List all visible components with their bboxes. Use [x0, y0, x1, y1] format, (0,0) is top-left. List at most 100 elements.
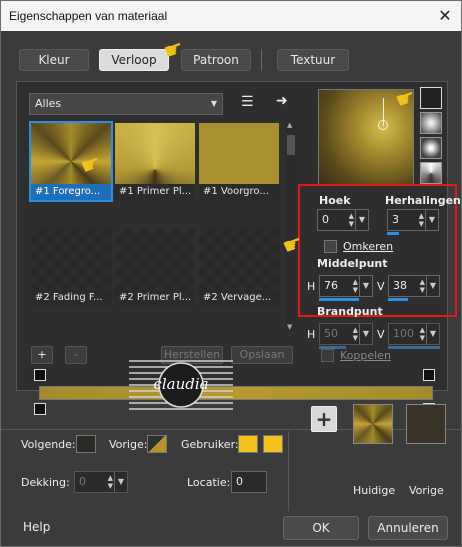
vorige-label: Vorige: — [109, 438, 148, 451]
chevron-down-icon[interactable]: ▼ — [114, 472, 127, 492]
volgende-swatch[interactable] — [76, 435, 96, 453]
gradient-tile-3[interactable]: #1 Voorgro... — [199, 123, 279, 200]
scroll-up-icon[interactable]: ▲ — [287, 121, 292, 129]
gradient-label: #2 Fading F... — [31, 290, 111, 306]
vorige-preview-swatch[interactable] — [406, 404, 446, 444]
save-button[interactable]: Opslaan — [231, 346, 293, 364]
arrow-right-icon[interactable]: ➜ — [276, 93, 288, 109]
gradient-label: #1 Foregro... — [31, 184, 111, 200]
spin-arrows-icon[interactable]: ▲ ▼ — [420, 278, 425, 294]
huidige-label: Huidige — [353, 484, 396, 497]
middelpunt-h-spinbox[interactable]: 76 ▲ ▼ ▼ — [319, 275, 373, 297]
tab-verloop[interactable]: Verloop — [99, 49, 169, 71]
middelpunt-v-slider[interactable] — [388, 298, 408, 301]
omkeren-label[interactable]: Omkeren — [343, 240, 393, 253]
scroll-thumb[interactable] — [287, 135, 295, 155]
koppelen-checkbox[interactable] — [321, 349, 334, 362]
gebruiker-swatch-2[interactable] — [263, 435, 283, 453]
h-label: H — [307, 280, 316, 293]
help-link[interactable]: Help — [23, 520, 50, 534]
brandpunt-h-spinbox[interactable]: 50 ▲ ▼ ▼ — [319, 323, 373, 345]
brandpunt-label: Brandpunt — [317, 305, 383, 318]
gradient-tile-6[interactable]: #2 Vervage... — [199, 229, 279, 306]
brandpunt-v-spinbox[interactable]: 100 ▲ ▼ ▼ — [388, 323, 440, 345]
hoek-spinbox[interactable]: 0 ▲ ▼ ▼ — [317, 209, 369, 231]
add-to-library-button[interactable]: + — [311, 406, 337, 432]
chevron-down-icon[interactable]: ▼ — [426, 276, 439, 296]
middelpunt-v-spinbox[interactable]: 38 ▲ ▼ ▼ — [388, 275, 440, 297]
gradient-label: #2 Vervage... — [199, 290, 279, 306]
category-select[interactable]: Alles ▼ — [29, 93, 223, 115]
file-menu-icon[interactable]: ☰ — [241, 94, 254, 110]
locatie-label: Locatie: — [187, 476, 231, 489]
spin-arrows-icon[interactable]: ▲ ▼ — [108, 474, 113, 490]
chevron-down-icon[interactable]: ▼ — [426, 324, 439, 344]
spin-arrows-icon[interactable]: ▲ ▼ — [419, 212, 424, 228]
brandpunt-h-value: 50 — [324, 327, 338, 340]
opacity-stop-right[interactable] — [423, 369, 435, 381]
tab-kleur[interactable]: Kleur — [19, 49, 89, 71]
chevron-down-icon[interactable]: ▼ — [425, 210, 438, 230]
herhalingen-spinbox[interactable]: 3 ▲ ▼ ▼ — [387, 209, 439, 231]
middelpunt-h-slider[interactable] — [319, 298, 359, 301]
locatie-value: 0 — [236, 475, 243, 488]
chevron-down-icon[interactable]: ▼ — [355, 210, 368, 230]
dekking-spinbox[interactable]: 0 ▲ ▼ ▼ — [74, 471, 128, 493]
watermark-logo: claudia — [129, 360, 233, 410]
gradient-tile-1[interactable]: ☛ #1 Foregro... — [29, 121, 113, 202]
ok-button[interactable]: OK — [283, 516, 359, 540]
cancel-button[interactable]: Annuleren — [368, 516, 448, 540]
chevron-down-icon[interactable]: ▼ — [359, 324, 372, 344]
herhalingen-label: Herhalingen — [385, 194, 461, 207]
middelpunt-v-value: 38 — [393, 279, 407, 292]
gradient-editor-bar[interactable] — [39, 386, 433, 400]
title-bar: Eigenschappen van materiaal ✕ — [1, 1, 461, 31]
gradient-tile-4[interactable]: #2 Fading F... — [31, 229, 111, 306]
close-button[interactable]: ✕ — [435, 6, 455, 26]
rectangular-style-button[interactable] — [420, 112, 442, 134]
brandpunt-h-label: H — [307, 328, 316, 341]
volgende-label: Volgende: — [21, 438, 76, 451]
remove-stop-button[interactable]: - — [65, 346, 87, 364]
opacity-stop-left[interactable] — [34, 369, 46, 381]
huidige-swatch[interactable] — [353, 404, 393, 444]
gradient-label: #2 Primer Pl... — [115, 290, 195, 306]
koppelen-label[interactable]: Koppelen — [340, 349, 391, 362]
material-properties-window: Eigenschappen van materiaal ✕ Kleur Verl… — [0, 0, 462, 547]
tab-textuur[interactable]: Textuur — [277, 49, 349, 71]
gebruiker-label: Gebruiker: — [181, 438, 239, 451]
sunburst-style-button[interactable] — [420, 162, 442, 184]
gradient-tile-2[interactable]: #1 Primer Pl... — [115, 123, 195, 200]
radial-style-button[interactable] — [420, 137, 442, 159]
hoek-label: Hoek — [319, 194, 351, 207]
center-point-handle[interactable] — [378, 120, 388, 130]
dekking-label: Dekking: — [21, 476, 70, 489]
spin-arrows-icon[interactable]: ▲ ▼ — [349, 212, 354, 228]
add-stop-button[interactable]: + — [31, 346, 53, 364]
middelpunt-h-value: 76 — [324, 279, 338, 292]
spin-arrows-icon[interactable]: ▲ ▼ — [420, 326, 425, 342]
gebruiker-swatch-1[interactable] — [238, 435, 258, 453]
color-stop-left[interactable] — [34, 403, 46, 415]
omkeren-checkbox[interactable] — [324, 240, 337, 253]
spin-arrows-icon[interactable]: ▲ ▼ — [353, 326, 358, 342]
gradient-tile-5[interactable]: #2 Primer Pl... — [115, 229, 195, 306]
herhalingen-value: 3 — [392, 213, 399, 226]
vorige-preview-label: Vorige — [409, 484, 444, 497]
linear-style-button[interactable] — [420, 87, 442, 109]
gradient-label: #1 Voorgro... — [199, 184, 279, 200]
dekking-value: 0 — [79, 475, 86, 488]
scroll-down-icon[interactable]: ▼ — [287, 323, 292, 331]
spin-arrows-icon[interactable]: ▲ ▼ — [353, 278, 358, 294]
vorige-swatch[interactable] — [147, 435, 167, 453]
gradient-scrollbar[interactable]: ▲ ▼ — [286, 121, 296, 331]
chevron-down-icon[interactable]: ▼ — [359, 276, 372, 296]
herhalingen-slider[interactable] — [387, 232, 399, 235]
v-label: V — [377, 280, 385, 293]
hoek-value: 0 — [322, 213, 329, 226]
watermark-text: claudia — [153, 375, 208, 393]
tab-patroon[interactable]: Patroon — [181, 49, 251, 71]
locatie-field[interactable]: 0 — [231, 471, 267, 493]
brandpunt-v-slider[interactable] — [388, 346, 440, 349]
category-select-value: Alles — [35, 97, 62, 110]
